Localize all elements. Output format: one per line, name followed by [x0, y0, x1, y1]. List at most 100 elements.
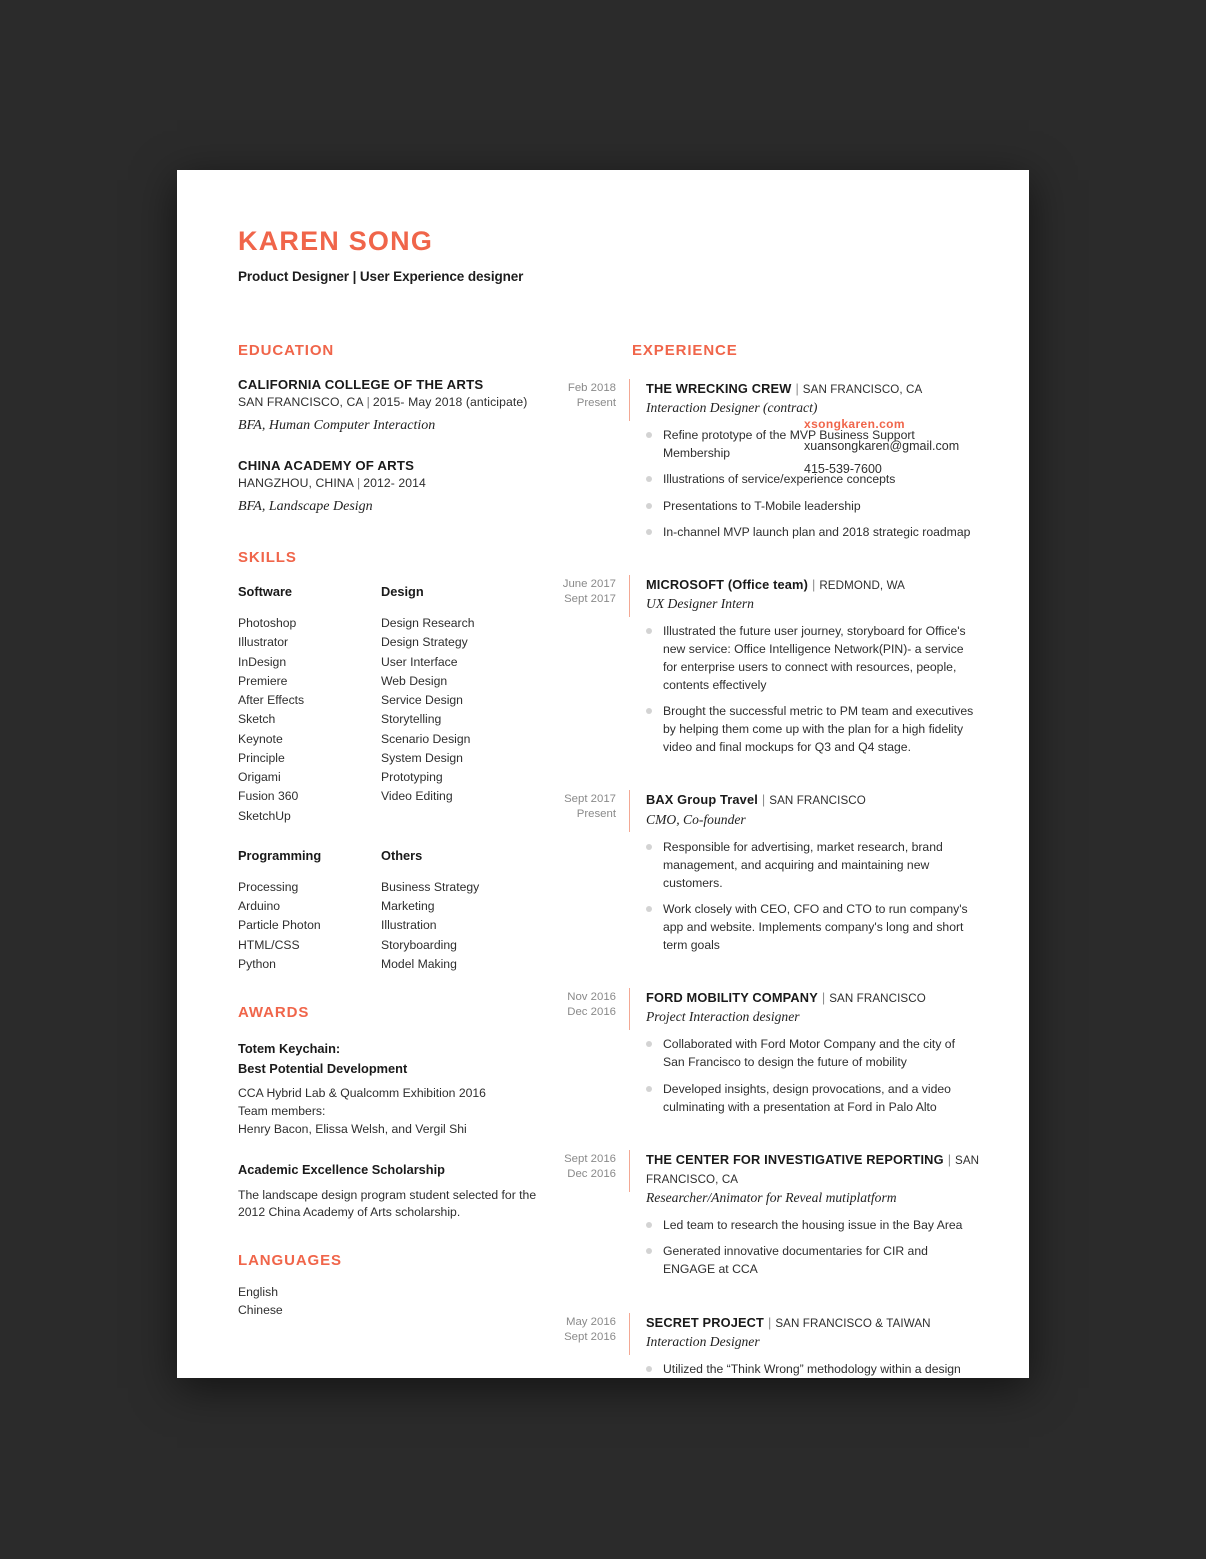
- skill-group-heading: Design: [381, 584, 424, 599]
- experience-date-end: Dec 2016: [567, 1167, 616, 1180]
- experience-item: June 2017 Sept 2017 MICROSOFT (Office team…: [540, 574, 980, 765]
- experience-heading: BAX Group Travel | SAN FRANCISCO: [646, 790, 980, 809]
- education-separator: |: [366, 395, 370, 409]
- experience-bullet: Refine prototype of the MVP Business Sup…: [646, 426, 980, 462]
- experience-body: MICROSOFT (Office team) | REDMOND, WA UX De…: [646, 575, 980, 765]
- skills-row: Programming Processing Arduino Particle Ph…: [238, 848, 538, 974]
- experience-role: CMO, Co-founder: [646, 811, 746, 827]
- education-item: CALIFORNIA COLLEGE OF THE ARTS SAN FRANC…: [238, 377, 538, 434]
- education-dates: 2015- May 2018 (anticipate): [372, 395, 528, 409]
- experience-date-start: June 2017: [562, 577, 616, 590]
- skill-items: Business Strategy Marketing Illustration St…: [381, 878, 524, 974]
- experience-bullet: Presentations to T-Mobile leadership: [646, 497, 980, 515]
- education-school: CHINA ACADEMY OF ARTS: [238, 458, 415, 473]
- experience-date-start: Sept 2017: [564, 793, 616, 806]
- experience-date-end: Dec 2016: [567, 1006, 616, 1019]
- skill-item: Prototyping: [381, 770, 443, 785]
- skill-item: Design Research: [381, 616, 475, 630]
- experience-bullet: Work closely with CEO, CFO and CTO to ru…: [646, 900, 980, 954]
- experience-bullet: Collaborated with Ford Motor Company and…: [646, 1035, 980, 1071]
- experience-body: BAX Group Travel | SAN FRANCISCO CMO, Co-fo…: [646, 790, 980, 962]
- awards-list: Totem Keychain: Best Potential Developmen…: [238, 1039, 538, 1222]
- skill-item: Processing: [238, 879, 299, 894]
- experience-bullet: Illustrations of service/experience conc…: [646, 470, 980, 488]
- experience-separator: |: [812, 576, 816, 592]
- skill-group-software: Software Photoshop Illustrator InDesign Pre…: [238, 584, 381, 826]
- education-school: CALIFORNIA COLLEGE OF THE ARTS: [238, 377, 484, 392]
- experience-role: Interaction Designer (contract): [646, 400, 818, 416]
- experience-company: MICROSOFT (Office team): [646, 576, 808, 592]
- header-tagline: Product Designer | User Experience desig…: [238, 269, 524, 284]
- experience-bullet: Developed insights, design provocations,…: [646, 1080, 980, 1116]
- experience-item: Sept 2016 Dec 2016 THE CENTER FOR INVESTIG…: [540, 1149, 980, 1287]
- education-location: HANGZHOU, CHINA: [238, 476, 354, 490]
- experience-heading: FORD MOBILITY COMPANY | SAN FRANCISCO: [646, 988, 980, 1007]
- skill-group-heading: Programming: [238, 847, 322, 863]
- experience-body: THE CENTER FOR INVESTIGATIVE REPORTING | S…: [646, 1150, 980, 1287]
- experience-bullet: Led team to research the housing issue i…: [646, 1216, 980, 1234]
- skill-item: Video Editing: [381, 789, 453, 804]
- education-meta: SAN FRANCISCO, CA | 2015- May 2018 (antici…: [238, 395, 538, 409]
- experience-company: BAX Group Travel: [646, 792, 758, 808]
- experience-separator: |: [768, 1314, 772, 1330]
- skill-group-others: Others Business Strategy Marketing Illustr…: [381, 848, 524, 974]
- experience-bullet: Illustrated the future user journey, sto…: [646, 622, 980, 694]
- education-separator: |: [356, 476, 361, 490]
- experience-body: FORD MOBILITY COMPANY | SAN FRANCISCO Proje…: [646, 988, 980, 1124]
- skill-items: Processing Arduino Particle Photon HTML/CSS…: [238, 878, 381, 974]
- screenshot-canvas: KAREN SONG Product Designer | User Exper…: [0, 0, 1206, 1559]
- skill-item: HTML/CSS: [238, 937, 300, 952]
- award-title: Totem Keychain: Best Potential Developmen…: [238, 1041, 408, 1076]
- experience-divider: [629, 1312, 630, 1355]
- experience-divider: [629, 1149, 630, 1192]
- experience-dates: June 2017 Sept 2017: [540, 575, 629, 765]
- education-dates: 2012- 2014: [363, 476, 426, 490]
- skill-item: InDesign: [238, 654, 287, 669]
- skill-group-heading: Software: [238, 584, 293, 599]
- experience-role: UX Designer Intern: [646, 596, 754, 612]
- skill-item: Marketing: [381, 899, 435, 914]
- skill-item: Origami: [238, 770, 281, 785]
- experience-bullet-list: Utilized the “Think Wrong” methodology w…: [646, 1360, 980, 1378]
- skill-item: Storytelling: [381, 712, 442, 727]
- skill-item: Principle: [238, 750, 285, 765]
- skill-item: Illustration: [381, 918, 437, 933]
- skill-item: Model Making: [381, 956, 457, 971]
- skill-item: Sketch: [238, 712, 276, 727]
- skill-item: SketchUp: [238, 808, 291, 823]
- section-title-experience: EXPERIENCE: [632, 342, 738, 359]
- skill-item: Photoshop: [238, 616, 297, 630]
- skill-item: Web Design: [381, 673, 448, 688]
- experience-heading: THE CENTER FOR INVESTIGATIVE REPORTING | S…: [646, 1150, 980, 1189]
- experience-company: FORD MOBILITY COMPANY: [646, 990, 818, 1006]
- experience-dates: May 2016 Sept 2016: [540, 1313, 629, 1378]
- experience-location: SAN FRANCISCO & TAIWAN: [775, 1316, 931, 1330]
- skill-items: Photoshop Illustrator InDesign Premiere Afte…: [238, 614, 381, 826]
- experience-company: SECRET PROJECT: [646, 1314, 765, 1330]
- skill-item: After Effects: [238, 693, 305, 708]
- skill-item: Storyboarding: [381, 937, 457, 952]
- skill-item: Business Strategy: [381, 879, 480, 894]
- experience-company: THE WRECKING CREW: [646, 381, 792, 396]
- experience-bullet: Generated innovative documentaries for C…: [646, 1242, 980, 1278]
- experience-item: Sept 2017 Present BAX Group Travel | SAN FRA…: [540, 790, 980, 962]
- skills-row: Software Photoshop Illustrator InDesign Pre…: [238, 584, 538, 826]
- experience-role: Researcher/Animator for Reveal mutiplatf…: [646, 1190, 897, 1206]
- skill-group-programming: Programming Processing Arduino Particle Ph…: [238, 848, 381, 974]
- experience-divider: [629, 574, 630, 617]
- skill-item: Premiere: [238, 673, 288, 688]
- experience-role: Interaction Designer: [646, 1333, 760, 1349]
- experience-date-end: Sept 2016: [564, 1330, 616, 1343]
- education-meta: HANGZHOU, CHINA | 2012- 2014: [238, 476, 538, 490]
- section-title-skills: SKILLS: [238, 549, 297, 566]
- skill-item: Keynote: [238, 731, 283, 746]
- experience-role: Project Interaction designer: [646, 1009, 800, 1025]
- experience-item: May 2016 Sept 2016 SECRET PROJECT | SAN FRAN…: [540, 1312, 980, 1378]
- experience-dates: Sept 2016 Dec 2016: [540, 1150, 629, 1287]
- education-list: CALIFORNIA COLLEGE OF THE ARTS SAN FRANC…: [238, 377, 538, 515]
- experience-divider: [629, 790, 630, 833]
- experience-date-start: Sept 2016: [564, 1152, 616, 1165]
- experience-divider: [629, 379, 630, 421]
- section-title-education: EDUCATION: [238, 342, 335, 359]
- page-title: KAREN SONG: [238, 226, 434, 256]
